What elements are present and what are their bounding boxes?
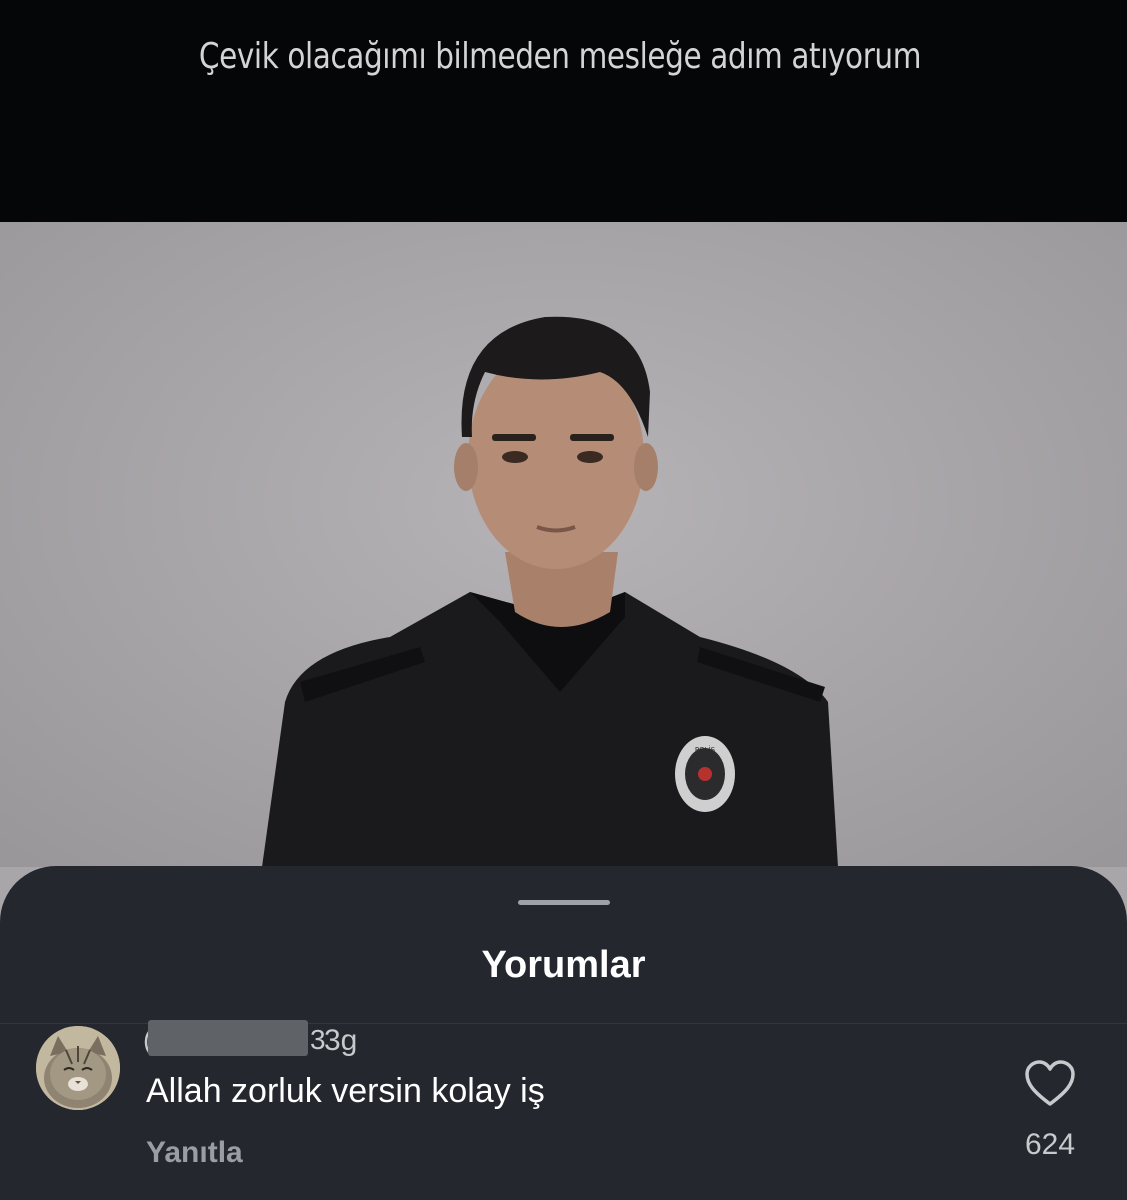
comments-sheet[interactable]: Yorumlar ( 3 3g Allah zorluk versin kola… — [0, 866, 1127, 1200]
comment-text: Allah zorluk versin kolay iş — [146, 1072, 545, 1110]
username-redacted — [148, 1020, 308, 1056]
like-count: 624 — [1024, 1128, 1076, 1161]
video-caption-area: Çevik olacağımı bilmeden mesleğe adım at… — [0, 0, 1127, 222]
cat-avatar[interactable] — [36, 1026, 120, 1110]
heart-icon[interactable] — [1024, 1060, 1076, 1108]
svg-text:POLİS: POLİS — [695, 745, 716, 754]
video-caption: Çevik olacağımı bilmeden mesleğe adım at… — [198, 36, 922, 77]
video-frame: POLİS — [0, 222, 1127, 922]
comment-timestamp: 3g — [324, 1024, 358, 1057]
police-badge: POLİS — [675, 736, 735, 812]
reply-button[interactable]: Yanıtla — [146, 1136, 243, 1170]
sheet-title: Yorumlar — [481, 944, 646, 986]
sheet-grabber-handle[interactable] — [518, 900, 610, 905]
